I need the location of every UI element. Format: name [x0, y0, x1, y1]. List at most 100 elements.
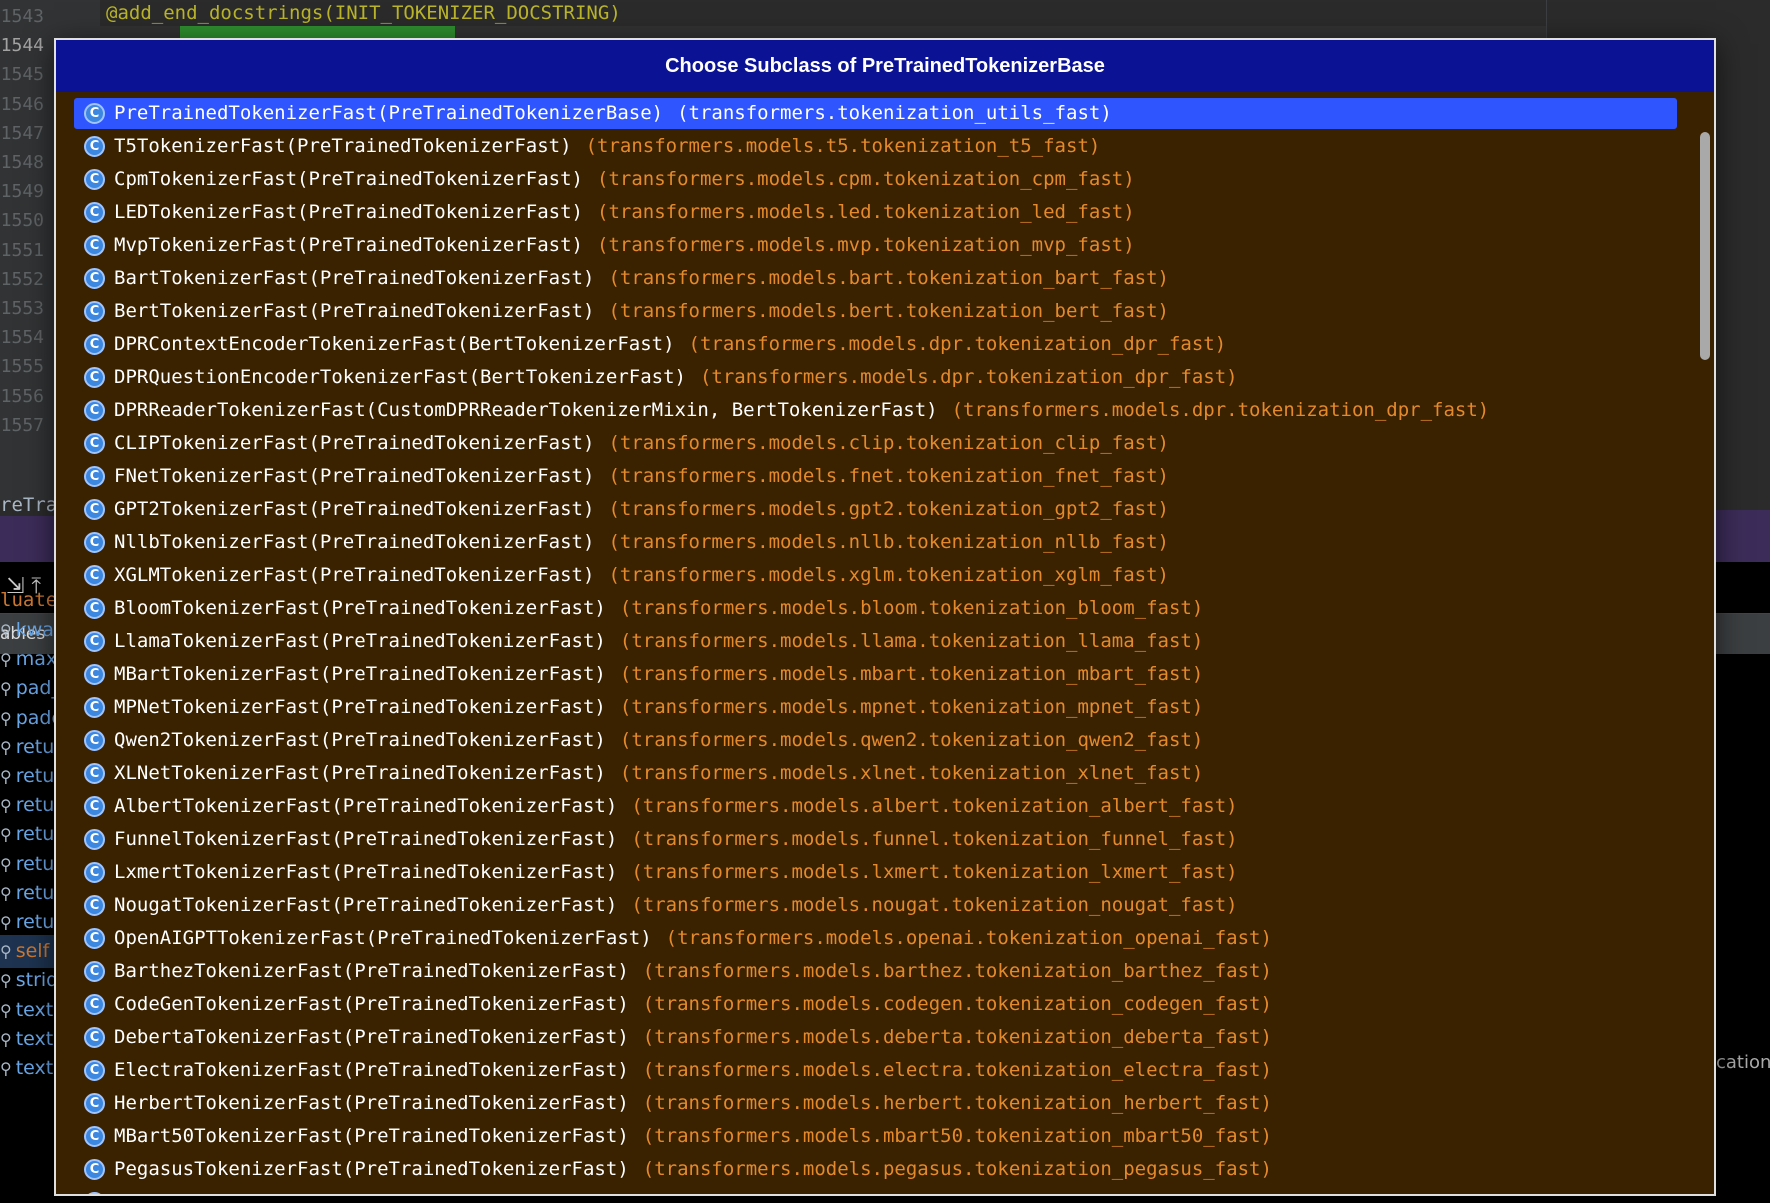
- subclass-item[interactable]: T5TokenizerFast(PreTrainedTokenizerFast)…: [74, 131, 1674, 162]
- variable-row[interactable]: ⚲ retur: [0, 818, 62, 851]
- class-icon: [84, 829, 105, 850]
- class-signature: BertTokenizerFast(PreTrainedTokenizerFas…: [114, 300, 595, 322]
- subclass-item[interactable]: MPNetTokenizerFast(PreTrainedTokenizerFa…: [74, 692, 1674, 723]
- variable-name: kwa: [15, 619, 54, 641]
- variable-name: text: [15, 1057, 54, 1079]
- variable-row[interactable]: ⚲ retur: [0, 731, 62, 764]
- subclass-item[interactable]: MvpTokenizerFast(PreTrainedTokenizerFast…: [74, 230, 1674, 261]
- variable-icon: ⚲: [0, 825, 12, 845]
- class-signature-wrap: BartTokenizerFast(PreTrainedTokenizerFas…: [114, 263, 1169, 294]
- variable-row[interactable]: ⚲ padc: [0, 702, 62, 735]
- variable-icon: ⚲: [0, 767, 12, 786]
- class-signature-wrap: AlbertTokenizerFast(PreTrainedTokenizerF…: [114, 791, 1238, 822]
- popup-scrollbar[interactable]: [1698, 92, 1712, 1194]
- subclass-item[interactable]: CLIPTokenizerFast(PreTrainedTokenizerFas…: [74, 428, 1674, 459]
- subclass-item[interactable]: PegasusTokenizerFast(PreTrainedTokenizer…: [74, 1154, 1674, 1185]
- subclass-item[interactable]: HerbertTokenizerFast(PreTrainedTokenizer…: [74, 1088, 1674, 1119]
- subclass-item[interactable]: PreTrainedTokenizerFast(PreTrainedTokeni…: [74, 98, 1677, 129]
- subclass-item[interactable]: AlbertTokenizerFast(PreTrainedTokenizerF…: [74, 791, 1674, 822]
- variable-row[interactable]: ⚲ self: [0, 935, 60, 969]
- variable-row[interactable]: ⚲ retur: [0, 789, 62, 822]
- evaluate-field-fragment[interactable]: luate: [0, 584, 57, 617]
- class-signature-wrap: LxmertTokenizerFast(PreTrainedTokenizerF…: [114, 857, 1238, 888]
- subclass-item[interactable]: CpmTokenizerFast(PreTrainedTokenizerFast…: [74, 164, 1674, 195]
- subclass-item[interactable]: DPRContextEncoderTokenizerFast(BertToken…: [74, 329, 1674, 360]
- subclass-item[interactable]: DPRReaderTokenizerFast(CustomDPRReaderTo…: [74, 395, 1674, 426]
- class-icon: [84, 1192, 105, 1194]
- subclass-item[interactable]: GPT2TokenizerFast(PreTrainedTokenizerFas…: [74, 494, 1674, 525]
- module-path: (transformers.models.dpr.tokenization_dp…: [699, 366, 1238, 388]
- module-path: (transformers.models.barthez.tokenizatio…: [642, 960, 1272, 982]
- line-number: 1553: [0, 298, 44, 319]
- class-signature-wrap: BarthezTokenizerFast(PreTrainedTokenizer…: [114, 956, 1272, 987]
- variable-icon: ⚲: [0, 708, 12, 728]
- variable-row[interactable]: ⚲ text: [0, 1023, 53, 1056]
- line-number: 1557: [0, 414, 44, 436]
- class-signature-wrap: DebertaTokenizerFast(PreTrainedTokenizer…: [114, 1022, 1272, 1053]
- variable-icon: ⚲: [0, 679, 12, 699]
- variable-icon: ⚲: [0, 1059, 12, 1078]
- class-signature: DPRReaderTokenizerFast(CustomDPRReaderTo…: [114, 399, 938, 421]
- subclass-item[interactable]: BarthezTokenizerFast(PreTrainedTokenizer…: [74, 956, 1674, 987]
- class-signature: LxmertTokenizerFast(PreTrainedTokenizerF…: [114, 861, 618, 883]
- class-signature: XLNetTokenizerFast(PreTrainedTokenizerFa…: [114, 762, 606, 784]
- line-number: 1543: [0, 6, 44, 27]
- class-icon: [84, 961, 105, 982]
- variable-row[interactable]: ⚲ pad_: [0, 672, 61, 705]
- subclass-item[interactable]: FNetTokenizerFast(PreTrainedTokenizerFas…: [74, 461, 1674, 492]
- variable-icon: ⚲: [0, 1029, 12, 1049]
- line-number: 1554: [0, 327, 44, 349]
- scroll-thumb[interactable]: [1700, 132, 1710, 360]
- subclass-item[interactable]: BloomTokenizerFast(PreTrainedTokenizerFa…: [74, 593, 1674, 624]
- line-number: 1551: [0, 239, 44, 261]
- subclass-item[interactable]: BartTokenizerFast(PreTrainedTokenizerFas…: [74, 263, 1674, 294]
- variable-row[interactable]: ⚲ retur: [0, 760, 62, 793]
- subclass-item[interactable]: Qwen2TokenizerFast(PreTrainedTokenizerFa…: [74, 725, 1674, 756]
- subclass-item[interactable]: XLNetTokenizerFast(PreTrainedTokenizerFa…: [74, 758, 1674, 789]
- variable-row[interactable]: ⚲ retur: [0, 906, 62, 939]
- subclass-item[interactable]: LEDTokenizerFast(PreTrainedTokenizerFast…: [74, 197, 1674, 228]
- choose-subclass-popup[interactable]: Choose Subclass of PreTrainedTokenizerBa…: [54, 38, 1716, 1196]
- subclass-item[interactable]: OpenAIGPTTokenizerFast(PreTrainedTokeniz…: [74, 923, 1674, 954]
- class-signature: PegasusTokenizerFast(PreTrainedTokenizer…: [114, 1158, 629, 1180]
- variable-row[interactable]: ⚲ retur: [0, 848, 62, 881]
- subclass-item[interactable]: LxmertTokenizerFast(PreTrainedTokenizerF…: [74, 857, 1674, 888]
- class-icon: [84, 532, 105, 553]
- subclass-item[interactable]: MBart50TokenizerFast(PreTrainedTokenizer…: [74, 1121, 1674, 1152]
- class-icon: [84, 1093, 105, 1114]
- class-icon: [84, 994, 105, 1015]
- module-path: (transformers.models.herbert.tokenizatio…: [642, 1092, 1272, 1114]
- right-fragment: cation_: [1716, 1052, 1770, 1073]
- line-number: 1556: [0, 385, 44, 407]
- class-signature: NllbTokenizerFast(PreTrainedTokenizerFas…: [114, 531, 595, 553]
- subclass-list[interactable]: PreTrainedTokenizerFast(PreTrainedTokeni…: [56, 92, 1714, 1194]
- variable-row[interactable]: ⚲ strid: [0, 964, 58, 997]
- subclass-item[interactable]: BertTokenizerFast(PreTrainedTokenizerFas…: [74, 296, 1674, 327]
- module-path: (transformers.models.dpr.tokenization_dp…: [688, 333, 1227, 355]
- variable-row[interactable]: ⚲ text: [0, 1052, 53, 1085]
- subclass-item[interactable]: LlamaTokenizerFast(PreTrainedTokenizerFa…: [74, 626, 1674, 657]
- subclass-item[interactable]: ElectraTokenizerFast(PreTrainedTokenizer…: [74, 1055, 1674, 1086]
- variable-name: strid: [15, 969, 59, 992]
- class-signature: CLIPTokenizerFast(PreTrainedTokenizerFas…: [114, 432, 595, 454]
- subclass-item[interactable]: FunnelTokenizerFast(PreTrainedTokenizerF…: [74, 824, 1674, 855]
- line-number: 1552: [0, 268, 44, 290]
- subclass-item[interactable]: DebertaTokenizerFast(PreTrainedTokenizer…: [74, 1022, 1674, 1053]
- subclass-item[interactable]: XGLMTokenizerFast(PreTrainedTokenizerFas…: [74, 560, 1674, 591]
- variable-row[interactable]: ⚲ max: [0, 643, 57, 676]
- subclass-item[interactable]: MBartTokenizerFast(PreTrainedTokenizerFa…: [74, 659, 1674, 690]
- subclass-item[interactable]: DPRQuestionEncoderTokenizerFast(BertToke…: [74, 362, 1674, 393]
- class-icon: [84, 1060, 105, 1081]
- class-signature: LEDTokenizerFast(PreTrainedTokenizerFast…: [114, 201, 583, 223]
- variable-row[interactable]: ⚲ retur: [0, 877, 62, 910]
- subclass-item[interactable]: NllbTokenizerFast(PreTrainedTokenizerFas…: [74, 527, 1674, 558]
- class-signature-wrap: GPT2TokenizerFast(PreTrainedTokenizerFas…: [114, 494, 1169, 525]
- class-icon: [84, 1159, 105, 1180]
- variable-row[interactable]: ⚲ text: [0, 994, 53, 1027]
- subclass-item[interactable]: RemBertTokenizerFast(PreTrainedTokenizer…: [74, 1187, 1674, 1194]
- subclass-item[interactable]: CodeGenTokenizerFast(PreTrainedTokenizer…: [74, 989, 1674, 1020]
- subclass-item[interactable]: NougatTokenizerFast(PreTrainedTokenizerF…: [74, 890, 1674, 921]
- variable-row[interactable]: ⚲ kwa: [0, 614, 54, 647]
- variable-name: self: [15, 940, 50, 963]
- module-path: (transformers.models.qwen2.tokenization_…: [619, 729, 1204, 751]
